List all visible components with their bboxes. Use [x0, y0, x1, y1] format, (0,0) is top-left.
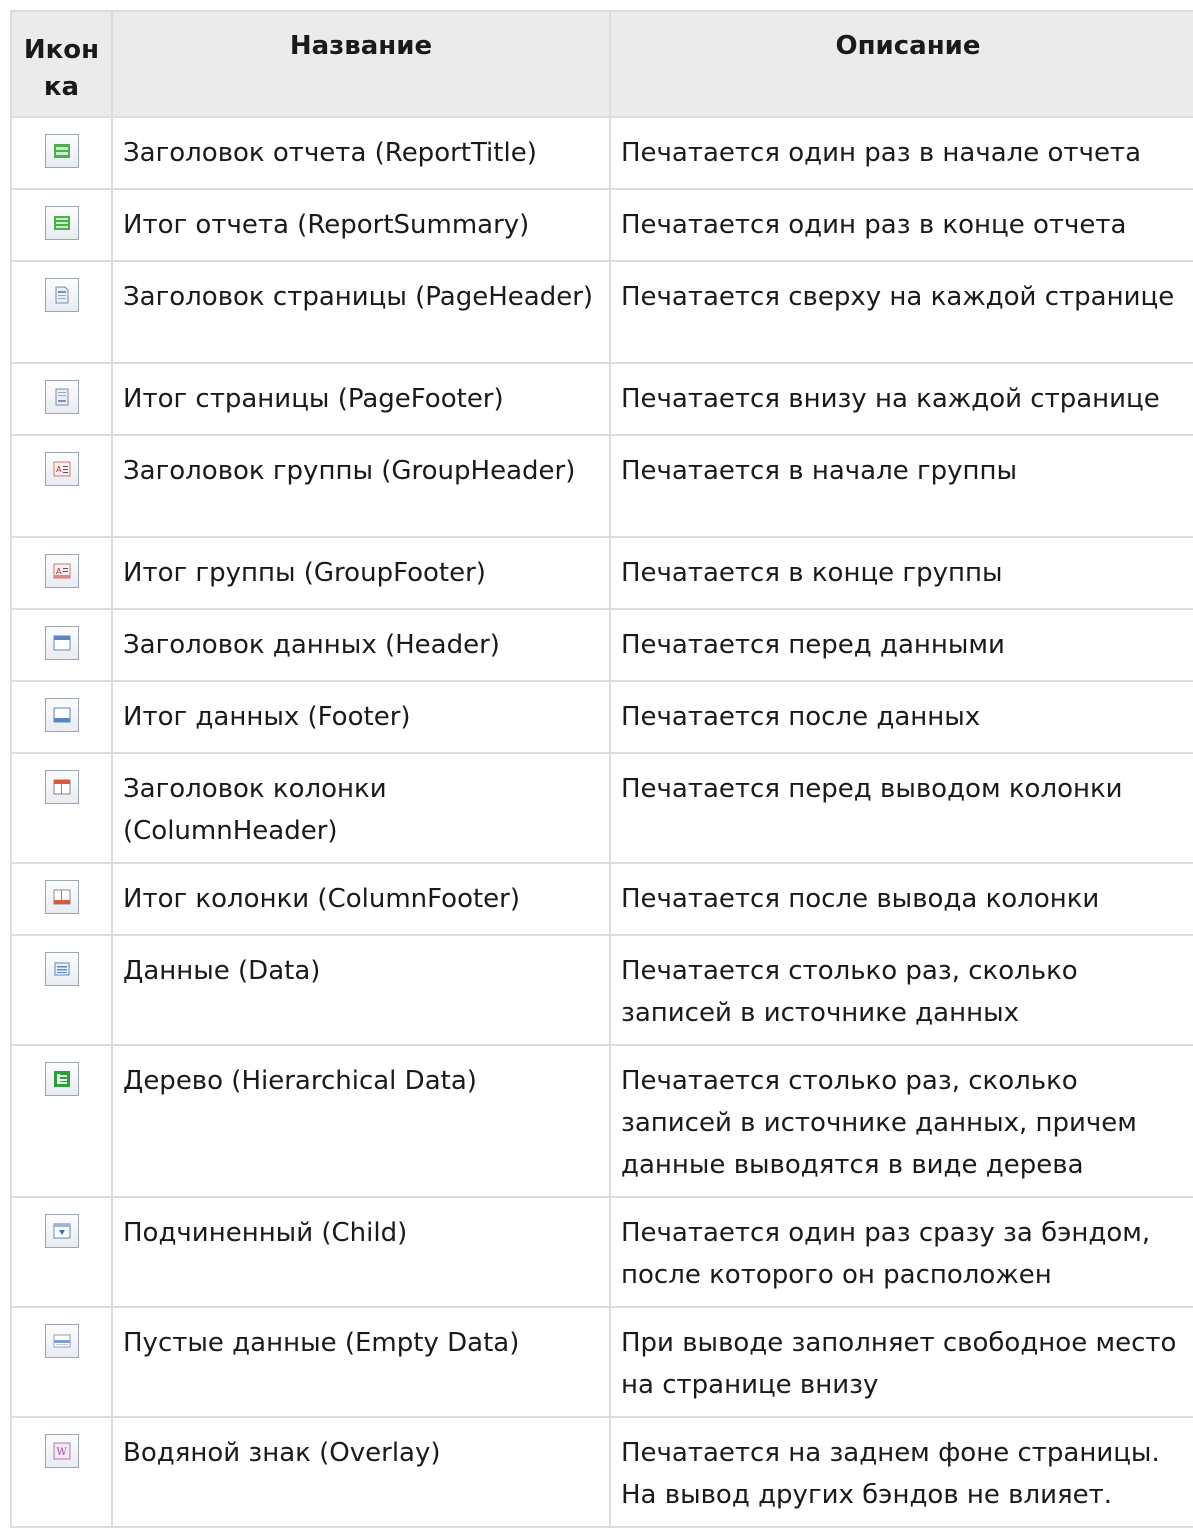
row-desc: Печатается после данных — [609, 680, 1193, 754]
row-name: Заголовок страницы (PageHeader) — [111, 260, 611, 364]
column-header-band-icon — [44, 770, 79, 804]
group-header-band-icon: A — [44, 452, 79, 486]
svg-text:A: A — [56, 465, 62, 474]
row-name: Итог данных (Footer) — [111, 680, 611, 754]
footer-band-icon — [44, 698, 79, 732]
column-footer-band-icon — [44, 880, 79, 914]
table-row: Итог данных (Footer) Печатается после да… — [10, 680, 1193, 754]
row-name: Пустые данные (Empty Data) — [111, 1306, 611, 1418]
table-row: Заголовок колонки (ColumnHeader) Печатае… — [10, 752, 1193, 864]
row-desc: Печатается столько раз, сколько записей … — [609, 934, 1193, 1046]
table-row: Заголовок страницы (PageHeader) Печатает… — [10, 260, 1193, 364]
report-title-band-icon — [44, 134, 79, 168]
child-band-icon — [44, 1214, 79, 1248]
table-row: A Итог группы (GroupFooter) Печатается в… — [10, 536, 1193, 610]
row-name: Водяной знак (Overlay) — [111, 1416, 611, 1528]
row-desc: Печатается сверху на каждой странице — [609, 260, 1193, 364]
data-band-icon — [44, 952, 79, 986]
table-row: Заголовок данных (Header) Печатается пер… — [10, 608, 1193, 682]
table-row: Итог колонки (ColumnFooter) Печатается п… — [10, 862, 1193, 936]
table-row: Заголовок отчета (ReportTitle) Печатаетс… — [10, 116, 1193, 190]
bands-table: Икон ка Название Описание Заголовок отче… — [10, 10, 1193, 1528]
table-row: Итог отчета (ReportSummary) Печатается о… — [10, 188, 1193, 262]
table-row: Данные (Data) Печатается столько раз, ск… — [10, 934, 1193, 1046]
empty-data-band-icon — [44, 1324, 79, 1358]
row-desc: Печатается один раз в начале отчета — [609, 116, 1193, 190]
row-name: Итог страницы (PageFooter) — [111, 362, 611, 436]
header-band-icon — [44, 626, 79, 660]
svg-text:A: A — [56, 567, 62, 576]
row-desc: Печатается в начале группы — [609, 434, 1193, 538]
row-name: Заголовок отчета (ReportTitle) — [111, 116, 611, 190]
row-name: Заголовок группы (GroupHeader) — [111, 434, 611, 538]
row-name: Подчиненный (Child) — [111, 1196, 611, 1308]
page-header-band-icon — [44, 278, 79, 312]
page-footer-band-icon — [44, 380, 79, 414]
row-name: Заголовок колонки (ColumnHeader) — [111, 752, 611, 864]
table-row: Итог страницы (PageFooter) Печатается вн… — [10, 362, 1193, 436]
row-desc: Печатается после вывода колонки — [609, 862, 1193, 936]
table-row: Дерево (Hierarchical Data) Печатается ст… — [10, 1044, 1193, 1198]
row-desc: Печатается перед выводом колонки — [609, 752, 1193, 864]
header-name: Название — [111, 10, 611, 118]
bands-table-container: Икон ка Название Описание Заголовок отче… — [10, 10, 1193, 1528]
row-desc: Печатается один раз сразу за бэндом, пос… — [609, 1196, 1193, 1308]
row-desc: Печатается в конце группы — [609, 536, 1193, 610]
header-icon-line1: Икон — [23, 35, 100, 65]
row-desc: Печатается один раз в конце отчета — [609, 188, 1193, 262]
row-name: Дерево (Hierarchical Data) — [111, 1044, 611, 1198]
table-row: Пустые данные (Empty Data) При выводе за… — [10, 1306, 1193, 1418]
header-desc: Описание — [609, 10, 1193, 118]
row-name: Заголовок данных (Header) — [111, 608, 611, 682]
row-desc: Печатается на заднем фоне страницы. На в… — [609, 1416, 1193, 1528]
table-row: W Водяной знак (Overlay) Печатается на з… — [10, 1416, 1193, 1528]
row-name: Данные (Data) — [111, 934, 611, 1046]
row-name: Итог колонки (ColumnFooter) — [111, 862, 611, 936]
svg-text:W: W — [56, 1447, 67, 1458]
table-header-row: Икон ка Название Описание — [10, 10, 1193, 118]
row-name: Итог группы (GroupFooter) — [111, 536, 611, 610]
hierarchical-band-icon — [44, 1062, 79, 1096]
overlay-band-icon: W — [44, 1434, 79, 1468]
header-icon: Икон ка — [10, 10, 113, 118]
row-name: Итог отчета (ReportSummary) — [111, 188, 611, 262]
group-footer-band-icon: A — [44, 554, 79, 588]
table-row: Подчиненный (Child) Печатается один раз … — [10, 1196, 1193, 1308]
row-desc: Печатается столько раз, сколько записей … — [609, 1044, 1193, 1198]
header-icon-line2: ка — [43, 72, 80, 102]
row-desc: Печатается внизу на каждой странице — [609, 362, 1193, 436]
table-row: A Заголовок группы (GroupHeader) Печатае… — [10, 434, 1193, 538]
row-desc: При выводе заполняет свободное место на … — [609, 1306, 1193, 1418]
report-summary-band-icon — [44, 206, 79, 240]
row-desc: Печатается перед данными — [609, 608, 1193, 682]
